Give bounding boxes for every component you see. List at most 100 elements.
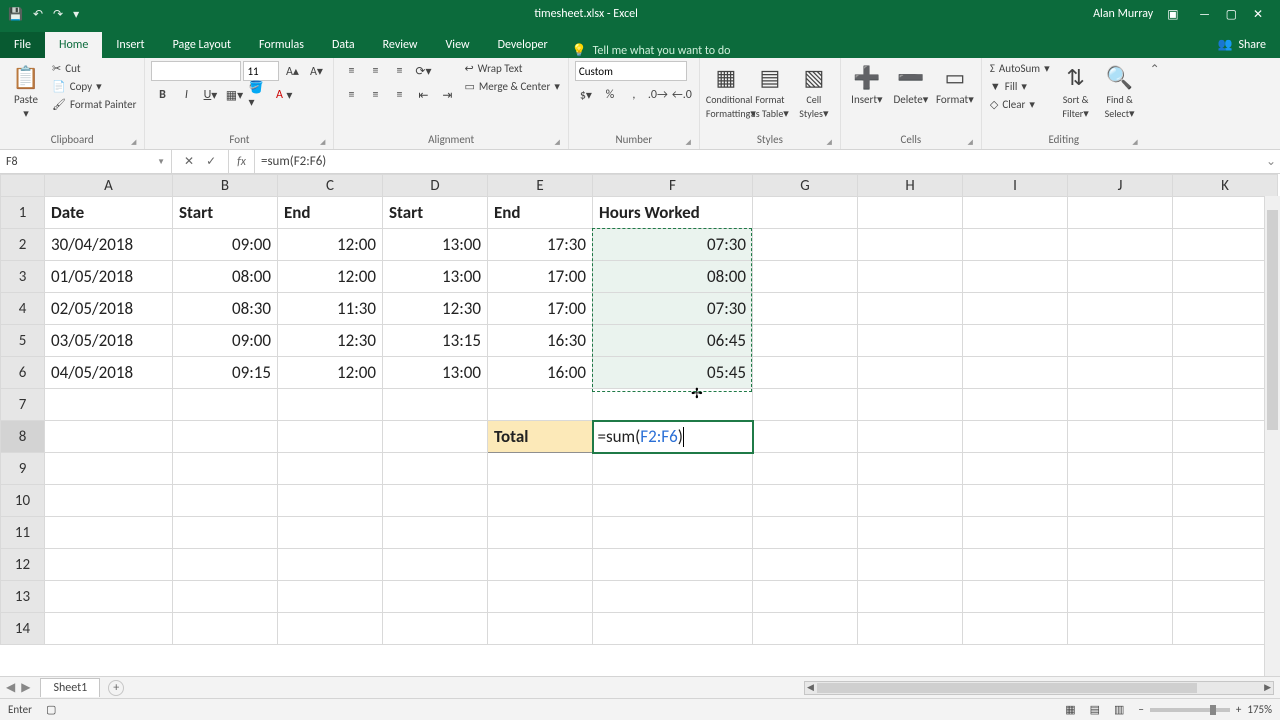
col-header[interactable]: B — [173, 175, 278, 197]
font-size-combo[interactable] — [243, 61, 279, 81]
cell[interactable] — [858, 581, 963, 613]
cell[interactable] — [278, 389, 383, 421]
col-header[interactable]: H — [858, 175, 963, 197]
cell[interactable]: 02/05/2018 — [45, 293, 173, 325]
zoom-in-icon[interactable]: + — [1236, 703, 1241, 716]
undo-icon[interactable]: ↶ — [33, 7, 43, 22]
cell[interactable] — [278, 517, 383, 549]
number-format-combo[interactable] — [575, 61, 687, 81]
cell[interactable] — [858, 229, 963, 261]
cell[interactable] — [963, 261, 1068, 293]
col-header[interactable]: I — [963, 175, 1068, 197]
copy-button[interactable]: 📄Copy ▾ — [50, 79, 138, 94]
percent-icon[interactable]: % — [599, 85, 621, 105]
grow-font-icon[interactable]: A▴ — [281, 61, 303, 81]
cell[interactable]: 07:30 — [593, 293, 753, 325]
cell[interactable]: 17:00 — [488, 261, 593, 293]
cell[interactable] — [1068, 389, 1173, 421]
cell[interactable]: Total — [488, 421, 593, 453]
close-icon[interactable]: ✕ — [1246, 7, 1270, 22]
cell[interactable] — [383, 581, 488, 613]
col-header[interactable]: J — [1068, 175, 1173, 197]
cell[interactable] — [753, 613, 858, 645]
cell[interactable] — [173, 421, 278, 453]
paste-button[interactable]: 📋Paste▾ — [6, 61, 46, 120]
tab-data[interactable]: Data — [318, 32, 369, 58]
cell[interactable]: 30/04/2018 — [45, 229, 173, 261]
cell[interactable]: 08:00 — [173, 261, 278, 293]
fx-icon[interactable]: fx — [229, 150, 255, 173]
cell[interactable] — [753, 485, 858, 517]
add-sheet-button[interactable]: + — [108, 680, 124, 696]
cell[interactable]: 08:30 — [173, 293, 278, 325]
cell[interactable] — [1068, 517, 1173, 549]
cell[interactable]: 08:00 — [593, 261, 753, 293]
tab-page-layout[interactable]: Page Layout — [159, 32, 245, 58]
cell[interactable] — [1068, 485, 1173, 517]
autosum-button[interactable]: ΣAutoSum ▾ — [988, 61, 1052, 76]
cell[interactable] — [858, 421, 963, 453]
cell[interactable]: 13:00 — [383, 357, 488, 389]
cell[interactable] — [753, 453, 858, 485]
enter-formula-icon[interactable]: ✓ — [206, 154, 216, 169]
underline-button[interactable]: U▾ — [199, 85, 221, 105]
align-left-icon[interactable]: ≡ — [340, 85, 362, 105]
zoom-level[interactable]: 175% — [1247, 703, 1272, 716]
fill-button[interactable]: ▼Fill ▾ — [988, 79, 1052, 94]
cell[interactable] — [963, 485, 1068, 517]
cell[interactable] — [593, 517, 753, 549]
cell[interactable]: 01/05/2018 — [45, 261, 173, 293]
cell[interactable] — [593, 453, 753, 485]
orientation-icon[interactable]: ⟳▾ — [412, 61, 434, 81]
cell[interactable] — [173, 581, 278, 613]
cell[interactable] — [45, 613, 173, 645]
font-name-combo[interactable] — [151, 61, 241, 81]
select-all-corner[interactable] — [1, 175, 45, 197]
cell[interactable] — [753, 229, 858, 261]
cell[interactable] — [1173, 453, 1278, 485]
cell[interactable] — [278, 613, 383, 645]
collapse-ribbon-icon[interactable]: ⌃ — [1146, 58, 1164, 149]
cell[interactable] — [45, 517, 173, 549]
cell[interactable] — [1173, 261, 1278, 293]
cell[interactable] — [593, 389, 753, 421]
cell[interactable] — [383, 613, 488, 645]
align-bot-icon[interactable]: ≡ — [388, 61, 410, 81]
currency-icon[interactable]: $▾ — [575, 85, 597, 105]
italic-button[interactable]: I — [175, 85, 197, 105]
col-header[interactable]: E — [488, 175, 593, 197]
formula-input[interactable]: =sum(F2:F6) — [255, 150, 1262, 173]
row-header[interactable]: 3 — [1, 261, 45, 293]
cell[interactable] — [1068, 581, 1173, 613]
comma-icon[interactable]: , — [623, 85, 645, 105]
cell[interactable]: End — [278, 197, 383, 229]
minimize-icon[interactable]: — — [1193, 8, 1217, 22]
row-header[interactable]: 8 — [1, 421, 45, 453]
cell[interactable] — [1173, 517, 1278, 549]
cell[interactable] — [278, 421, 383, 453]
cell[interactable]: 07:30 — [593, 229, 753, 261]
cell[interactable]: 13:00 — [383, 261, 488, 293]
clear-button[interactable]: ◇Clear ▾ — [988, 97, 1052, 112]
cell[interactable] — [1068, 197, 1173, 229]
cell[interactable] — [278, 549, 383, 581]
row-header[interactable]: 11 — [1, 517, 45, 549]
cell[interactable]: Start — [173, 197, 278, 229]
col-header[interactable]: G — [753, 175, 858, 197]
cell[interactable]: Hours Worked — [593, 197, 753, 229]
cell[interactable]: 04/05/2018 — [45, 357, 173, 389]
cell[interactable] — [1173, 229, 1278, 261]
col-header[interactable]: F — [593, 175, 753, 197]
insert-cells-button[interactable]: ➕Insert▾ — [847, 61, 887, 107]
user-name[interactable]: Alan Murray — [1093, 7, 1153, 21]
cell[interactable] — [488, 613, 593, 645]
cell[interactable] — [1173, 293, 1278, 325]
cell[interactable] — [383, 485, 488, 517]
cell[interactable] — [858, 549, 963, 581]
cell[interactable] — [1173, 549, 1278, 581]
cell[interactable] — [173, 453, 278, 485]
worksheet-grid[interactable]: A B C D E F G H I J K 1DateStartEndStart… — [0, 174, 1280, 676]
cut-button[interactable]: ✂Cut — [50, 61, 138, 76]
cell[interactable] — [753, 293, 858, 325]
cell[interactable] — [488, 485, 593, 517]
